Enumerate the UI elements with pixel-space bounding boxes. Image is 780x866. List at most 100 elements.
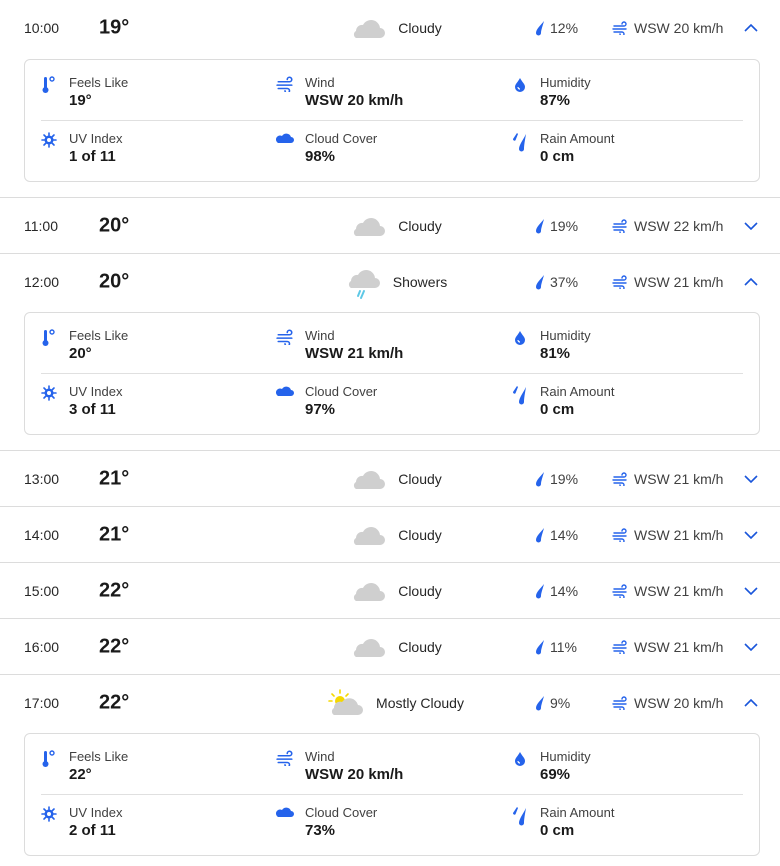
detail-label: Feels Like [69, 75, 129, 90]
condition-text: Cloudy [398, 20, 442, 36]
hour-item: 13:00 21° Cloudy 19% WSW 21 km/h [0, 451, 780, 507]
wind-value: WSW 22 km/h [634, 217, 724, 234]
hour-row-header[interactable]: 15:00 22° Cloudy 14% WSW 21 km/h [0, 563, 780, 618]
hour-row-header[interactable]: 11:00 20° Cloudy 19% WSW 22 km/h [0, 198, 780, 253]
detail-label: UV Index [69, 805, 123, 820]
details-divider [41, 120, 743, 121]
detail-value: 81% [540, 345, 571, 362]
hour-temperature: 19° [99, 16, 130, 39]
wind-value: WSW 20 km/h [634, 694, 724, 711]
detail-wind: Wind WSW 20 km/h [275, 749, 403, 784]
collapse-chevron-up-icon[interactable] [742, 694, 760, 712]
condition: Cloudy [296, 212, 496, 240]
detail-feels-like: Feels Like 19° [39, 75, 128, 110]
expand-chevron-down-icon[interactable] [742, 582, 760, 600]
hour-row-header[interactable]: 13:00 21° Cloudy 19% WSW 21 km/h [0, 451, 780, 506]
wind-icon [612, 583, 634, 598]
cloud-cover-icon [275, 806, 295, 826]
wind-summary: WSW 22 km/h [612, 218, 723, 234]
detail-text: Humidity 87% [540, 75, 591, 110]
humidity-drop-icon [510, 76, 530, 96]
detail-text: UV Index 2 of 11 [69, 805, 122, 840]
hour-row-header[interactable]: 12:00 20° Showers 37% WSW 21 km/h [0, 254, 780, 309]
cloud-icon [350, 212, 386, 240]
hour-row-header[interactable]: 16:00 22° Cloudy 11% WSW 21 km/h [0, 619, 780, 674]
hour-item: 15:00 22° Cloudy 14% WSW 21 km/h [0, 563, 780, 619]
raindrop-icon [534, 471, 550, 487]
wind-icon [612, 274, 634, 289]
detail-wind: Wind WSW 20 km/h [275, 75, 403, 110]
hour-row-header[interactable]: 14:00 21° Cloudy 14% WSW 21 km/h [0, 507, 780, 562]
detail-label: Rain Amount [540, 131, 615, 146]
detail-text: Wind WSW 20 km/h [305, 75, 403, 110]
detail-label: Rain Amount [540, 805, 615, 820]
hour-temperature: 21° [99, 523, 130, 545]
detail-label: UV Index [69, 384, 123, 399]
details-divider [41, 794, 743, 795]
detail-value: 20° [69, 345, 92, 362]
detail-label: Wind [305, 75, 335, 90]
hour-temperature: 21° [99, 467, 130, 489]
detail-text: Rain Amount 0 cm [540, 384, 614, 419]
details-divider [41, 373, 743, 374]
precipitation-value: 12% [550, 20, 579, 36]
detail-text: Feels Like 22° [69, 749, 128, 784]
condition-text: Cloudy [398, 638, 442, 655]
condition: Mostly Cloudy [296, 688, 496, 717]
rain-amount-icon [510, 385, 530, 405]
hour-row-header[interactable]: 10:00 19° Cloudy 12% WSW 20 km/h [0, 0, 780, 56]
wind-value: WSW 21 km/h [634, 582, 724, 599]
wind-icon [612, 218, 634, 233]
hour-temperature: 22° [99, 691, 130, 713]
detail-value: 97% [305, 401, 336, 418]
expand-chevron-down-icon[interactable] [742, 470, 760, 488]
hour-row-header[interactable]: 17:00 22° Mostly Cloudy 9% WSW 20 km/h [0, 675, 780, 730]
detail-cloud-cover: Cloud Cover 73% [275, 805, 377, 840]
detail-value: 19° [69, 92, 92, 109]
sun-icon [39, 385, 59, 405]
condition-text: Cloudy [398, 526, 442, 543]
precipitation-value: 11% [550, 638, 577, 655]
hour-details-card: Feels Like 19° Wind WSW 20 km/h Humidity 87% U… [24, 59, 760, 182]
cloud-icon [350, 465, 386, 493]
cloud-icon [350, 633, 386, 661]
collapse-chevron-up-icon[interactable] [742, 273, 760, 291]
hour-time: 14:00 [24, 526, 60, 543]
precipitation-value: 19% [550, 217, 579, 234]
detail-label: Cloud Cover [305, 384, 378, 399]
precipitation-chance: 9% [534, 695, 570, 711]
detail-value: 98% [305, 148, 336, 165]
thermometer-icon [39, 329, 59, 349]
condition-text: Cloudy [398, 582, 442, 599]
expand-chevron-down-icon[interactable] [742, 638, 760, 656]
hour-time: 12:00 [24, 273, 60, 290]
detail-value: 2 of 11 [69, 822, 116, 839]
detail-cloud-cover: Cloud Cover 97% [275, 384, 377, 419]
expand-chevron-down-icon[interactable] [742, 217, 760, 235]
hour-temperature: 22° [99, 635, 130, 657]
wind-value: WSW 21 km/h [634, 638, 724, 655]
detail-label: Cloud Cover [305, 805, 378, 820]
sun-icon [39, 806, 59, 826]
detail-humidity: Humidity 87% [510, 75, 591, 110]
expand-chevron-down-icon[interactable] [742, 526, 760, 544]
detail-rain-amount: Rain Amount 0 cm [510, 384, 614, 419]
collapse-chevron-up-icon[interactable] [742, 19, 760, 37]
thermometer-icon [39, 750, 59, 770]
detail-text: Rain Amount 0 cm [540, 805, 614, 840]
raindrop-icon [534, 695, 550, 711]
detail-label: Humidity [540, 749, 591, 764]
wind-value: WSW 21 km/h [634, 526, 724, 543]
detail-text: Feels Like 20° [69, 328, 128, 363]
humidity-drop-icon [510, 750, 530, 770]
wind-summary: WSW 21 km/h [612, 274, 723, 290]
detail-label: UV Index [69, 131, 123, 146]
detail-label: Wind [305, 328, 335, 343]
raindrop-icon [534, 527, 550, 543]
condition-text: Showers [392, 273, 448, 290]
raindrop-icon [534, 583, 550, 599]
condition-text: Cloudy [398, 217, 442, 234]
detail-humidity: Humidity 81% [510, 328, 591, 363]
hour-time: 13:00 [24, 470, 60, 487]
detail-value: 0 cm [540, 401, 575, 418]
